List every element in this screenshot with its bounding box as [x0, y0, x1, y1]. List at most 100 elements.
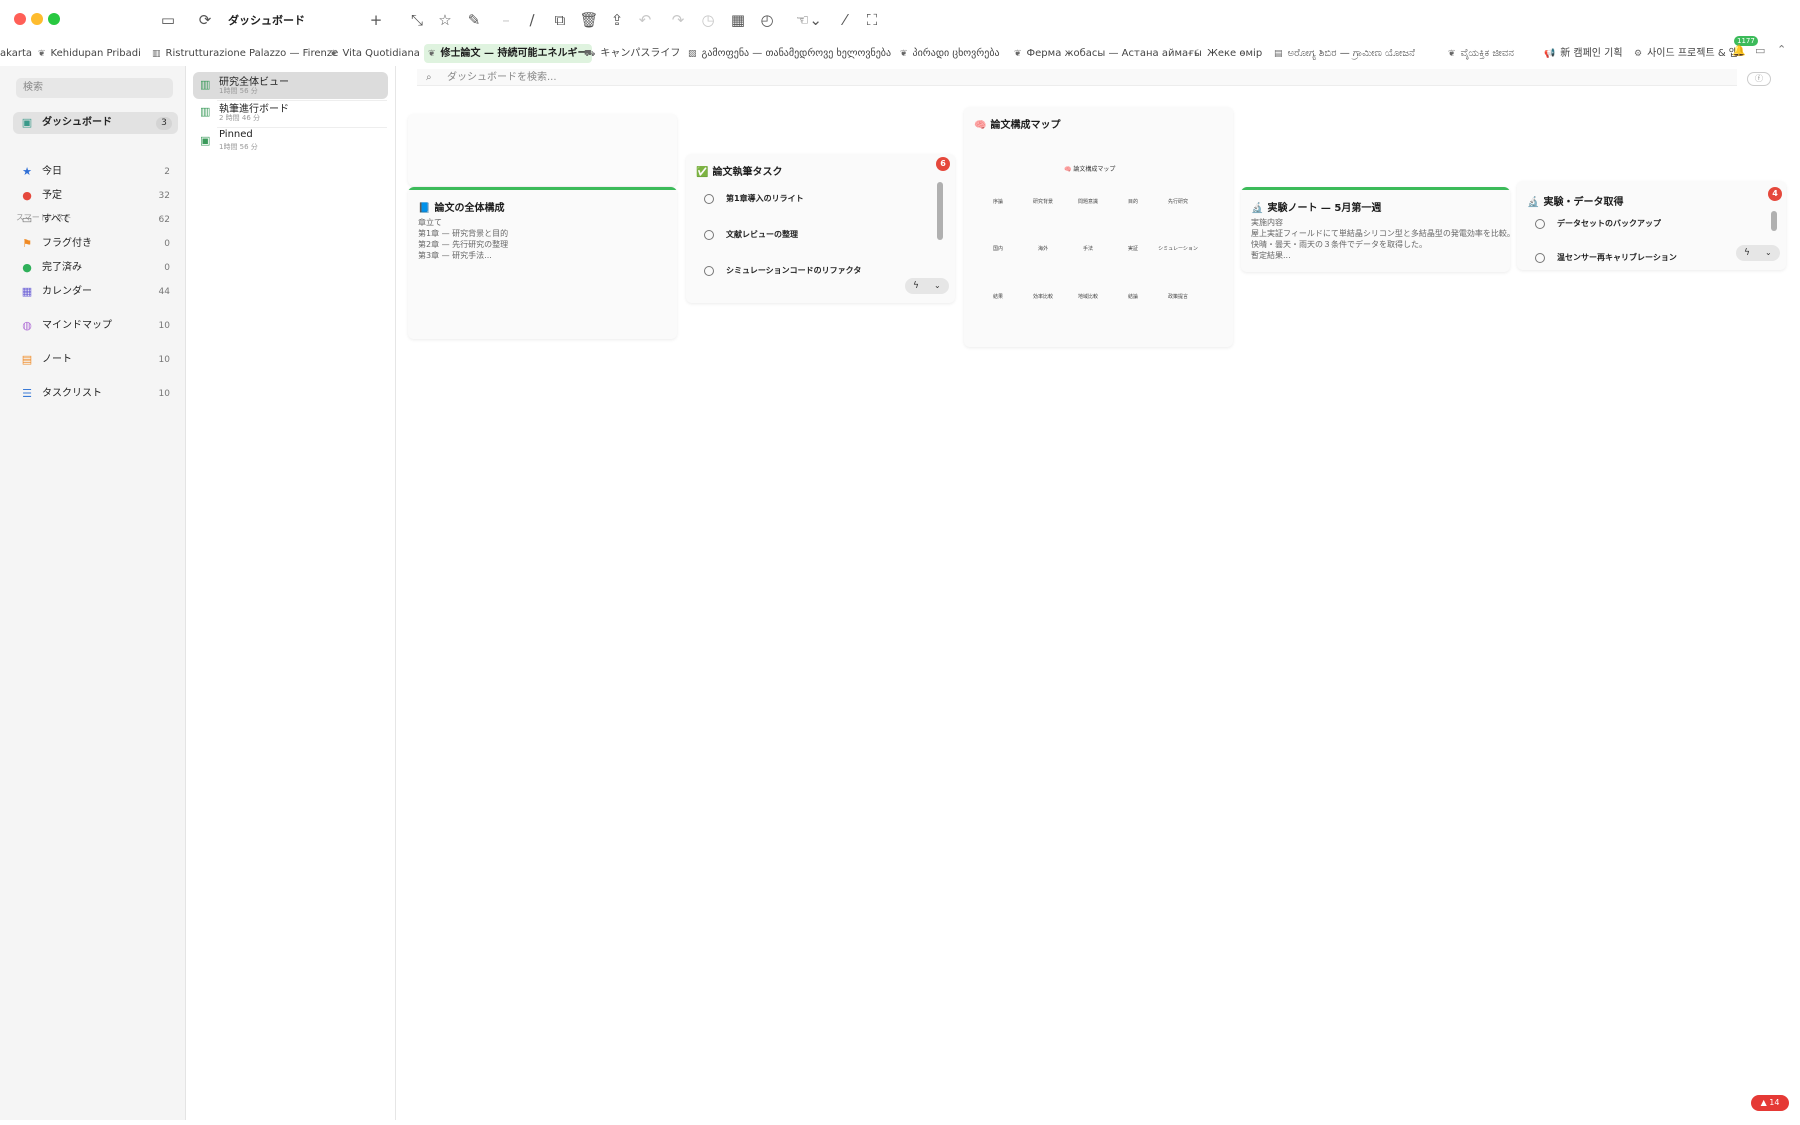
undo-icon[interactable]: ↶: [634, 9, 656, 31]
tab-12[interactable]: 📢 新 캠페인 기획: [1540, 44, 1627, 63]
minus-icon[interactable]: –: [495, 9, 517, 31]
bolt-icon: ϟ: [913, 281, 919, 291]
zoom-window-button[interactable]: [48, 13, 60, 25]
hand-icon[interactable]: ☜⌄: [794, 9, 824, 31]
tab-0[interactable]: akarta: [0, 44, 36, 63]
task-checkbox[interactable]: [704, 266, 714, 276]
wand-icon[interactable]: ⁄: [834, 9, 856, 31]
close-window-button[interactable]: [14, 13, 26, 25]
history-clock-icon[interactable]: ◷: [697, 9, 719, 31]
sync-icon[interactable]: ⟳: [194, 9, 216, 31]
chevron-up-icon[interactable]: ⌃: [1777, 43, 1786, 56]
tasks-title-text: 論文執筆タスク: [712, 167, 783, 178]
dashboard-icon: ▣: [200, 134, 211, 147]
task-checkbox[interactable]: [1535, 219, 1545, 229]
mindmap-node[interactable]: 結果: [978, 293, 1018, 300]
pen-icon[interactable]: ∕: [521, 9, 543, 31]
task-item[interactable]: データセットのバックアップ: [1535, 217, 1755, 231]
pin-icon[interactable]: ✎: [463, 9, 485, 31]
sidebar-item-dashboard[interactable]: ▣ ダッシュボード 3: [13, 112, 178, 134]
scrollbar[interactable]: [1771, 211, 1777, 231]
sidebar-item-flag[interactable]: ⚑ フラグ付き 0: [13, 233, 178, 255]
scrollbar[interactable]: [937, 182, 943, 240]
sidebar-toggle-icon[interactable]: ▭: [157, 9, 179, 31]
sidebar-item-calendar-alert[interactable]: ● 予定 32: [13, 185, 178, 207]
tab-6[interactable]: ▨ გამოფენა — თანამედროვე ხელოვნება: [684, 44, 895, 63]
dashboard-list-item[interactable]: ▥ 研究全体ビュー 1時間 56 分: [193, 72, 388, 99]
tab-5[interactable]: ⛟ キャンパスライフ: [580, 44, 684, 63]
quick-action-button[interactable]: ϟ ⌄: [1736, 245, 1780, 261]
filter-icon[interactable]: ⓕ: [1747, 72, 1771, 86]
mindmap-node[interactable]: 問題意識: [1068, 198, 1108, 205]
bell-icon[interactable]: 🔔: [1732, 44, 1746, 57]
dashboard-search-input[interactable]: ⌕ ダッシュボードを検索...: [417, 69, 1737, 86]
tab-11[interactable]: ❦ ವೈಯಕ್ತಿಕ ಜೀವನ: [1444, 44, 1518, 63]
tab-3[interactable]: ❦ Vita Quotidiana: [326, 44, 424, 63]
minimize-window-button[interactable]: [31, 13, 43, 25]
task-checkbox[interactable]: [1535, 253, 1545, 263]
note-card-title: 🔬 実験ノート — 5月第一週: [1251, 199, 1381, 214]
task-checkbox[interactable]: [704, 230, 714, 240]
tab-8[interactable]: ❦ Ферма жобасы — Астана аймағы: [1010, 44, 1206, 63]
add-icon[interactable]: +: [365, 9, 387, 31]
share-icon[interactable]: ⇪: [606, 9, 628, 31]
mindmap-node[interactable]: 結論: [1113, 293, 1153, 300]
tab-10[interactable]: ▤ ಅರೋಗ್ಯ ಶಿಬಿರ — ಗ್ರಾಮೀಣ ಯೋಜನೆ: [1270, 44, 1419, 63]
sidebar-item-tray[interactable]: ▭ すべて 62: [13, 209, 178, 231]
tab-13[interactable]: ⚙ 사이드 프로젝트 & 앱: [1630, 44, 1742, 63]
microscope-icon: 🔬: [1527, 197, 1540, 208]
fullscreen-icon[interactable]: ⛶: [861, 9, 883, 31]
data-card[interactable]: 🔬 実験・データ取得 4 データセットのバックアップ 温センサー再キャリブレーショ…: [1517, 181, 1786, 270]
mindmap-node[interactable]: 研究背景: [1023, 198, 1063, 205]
tab-9[interactable]: ☾ Жеке өмір: [1190, 44, 1266, 63]
mindmap-center-node[interactable]: 🧠 論文構成マップ: [1064, 164, 1115, 173]
mindmap-node[interactable]: 海外: [1023, 245, 1063, 252]
expand-icon[interactable]: ⤡: [406, 9, 428, 31]
sidebar-item-calendar[interactable]: ▦ カレンダー 44: [13, 281, 178, 303]
card-accent-bar: [408, 187, 677, 190]
sidebar-item-brain[interactable]: ◍ マインドマップ 10: [13, 315, 178, 337]
data-count-badge: 4: [1768, 187, 1782, 201]
mindmap-node[interactable]: 実証: [1113, 245, 1153, 252]
mindmap-node[interactable]: 効率比較: [1023, 293, 1063, 300]
sidebar-item-note[interactable]: ▤ ノート 10: [13, 349, 178, 371]
mindmap-node[interactable]: 手法: [1068, 245, 1108, 252]
dashboard-list-item[interactable]: ▥ 執筆進行ボード 2 時間 46 分: [193, 99, 388, 126]
empty-card[interactable]: [408, 114, 677, 186]
task-item[interactable]: 温センサー再キャリブレーション: [1535, 251, 1755, 263]
overview-card[interactable]: 📘 論文の全体構成 章立て 第1章 — 研究背景と目的 第2章 — 先行研究の整理…: [408, 187, 677, 339]
tab-1[interactable]: ❦ Kehidupan Pribadi: [34, 44, 145, 63]
sidebar-item-star[interactable]: ★ 今日 2: [13, 161, 178, 183]
mindmap-node[interactable]: 国内: [978, 245, 1018, 252]
layout-icon[interactable]: ▦: [727, 9, 749, 31]
mindmap-node[interactable]: 政策提言: [1158, 293, 1198, 300]
mindmap-node[interactable]: 先行研究: [1158, 198, 1198, 205]
tab-4[interactable]: ❦ 修士論文 — 持続可能エネルギー: [424, 44, 592, 63]
tab-7[interactable]: ❦ პირადი ცხოვრება: [896, 44, 1004, 63]
mindmap-node[interactable]: シミュレーション: [1158, 245, 1198, 252]
note-card[interactable]: 🔬 実験ノート — 5月第一週 実施内容 屋上実証フィールドにて単結晶シリコン型と…: [1241, 187, 1510, 272]
task-checkbox[interactable]: [704, 194, 714, 204]
task-item[interactable]: 第1章導入のリライト: [704, 192, 924, 206]
tasks-card[interactable]: ✅ 論文執筆タスク 6 第1章導入のリライト 文献レビューの整理 シミュレーション…: [686, 154, 955, 303]
quick-action-button[interactable]: ϟ ⌄: [905, 278, 949, 294]
history-icon[interactable]: ◴: [756, 9, 778, 31]
sidebar-item-check-circle[interactable]: ● 完了済み 0: [13, 257, 178, 279]
duplicate-icon[interactable]: ⧉: [549, 9, 571, 31]
mindmap-node[interactable]: 目的: [1113, 198, 1153, 205]
gear-icon: ⚙: [1634, 49, 1643, 59]
star-icon[interactable]: ☆: [434, 9, 456, 31]
sidebar-item-list[interactable]: ☰ タスクリスト 10: [13, 383, 178, 405]
task-item[interactable]: 文献レビューの整理: [704, 228, 924, 242]
trash-icon[interactable]: 🗑: [578, 9, 600, 31]
mindmap-node[interactable]: 序論: [978, 198, 1018, 205]
task-item[interactable]: シミュレーションコードのリファクタ: [704, 264, 924, 278]
mindmap-card[interactable]: 🧠 論文構成マップ 🧠 論文構成マップ 序論 研究背景 問題意識 目的 先行研究 国内 海外手…: [964, 107, 1233, 347]
tab-2[interactable]: ▥ Ristrutturazione Palazzo — Firenze: [148, 44, 342, 63]
dashboard-list-item[interactable]: ▣ Pinned 1時間 56 分: [193, 128, 388, 155]
mindmap-node[interactable]: 地域比較: [1068, 293, 1108, 300]
panel-icon[interactable]: ▭: [1755, 44, 1765, 57]
search-input[interactable]: 検索: [16, 78, 173, 98]
redo-icon[interactable]: ↷: [667, 9, 689, 31]
error-count-badge[interactable]: ▲ 14: [1751, 1095, 1789, 1111]
